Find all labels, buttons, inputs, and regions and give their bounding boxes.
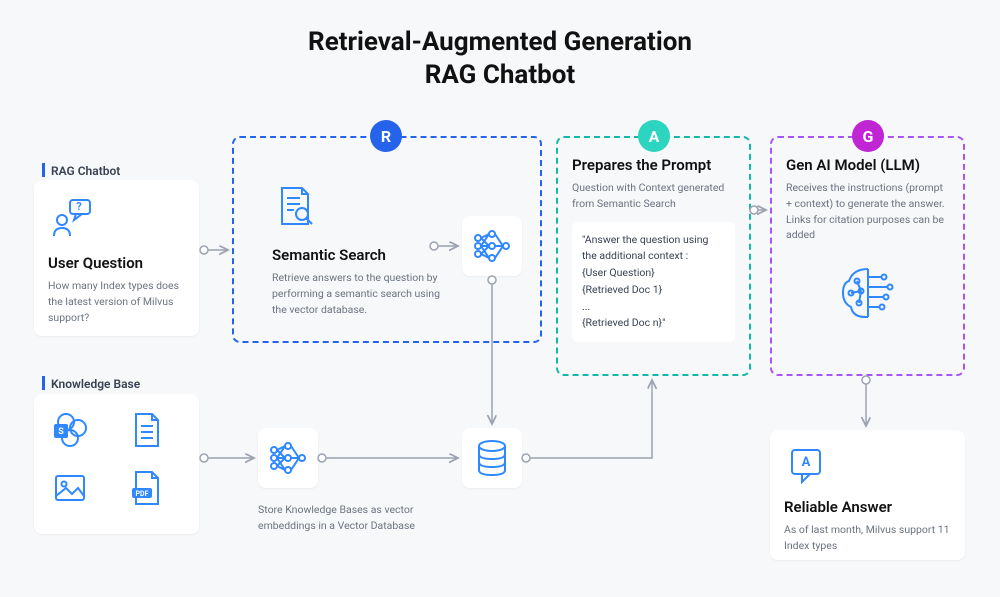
rag-diagram: Retrieval-Augmented Generation RAG Chatb… (0, 0, 1000, 597)
badge-g: G (852, 120, 884, 152)
badge-r: R (370, 120, 402, 152)
badge-a: A (638, 120, 670, 152)
connectors (0, 0, 1000, 597)
